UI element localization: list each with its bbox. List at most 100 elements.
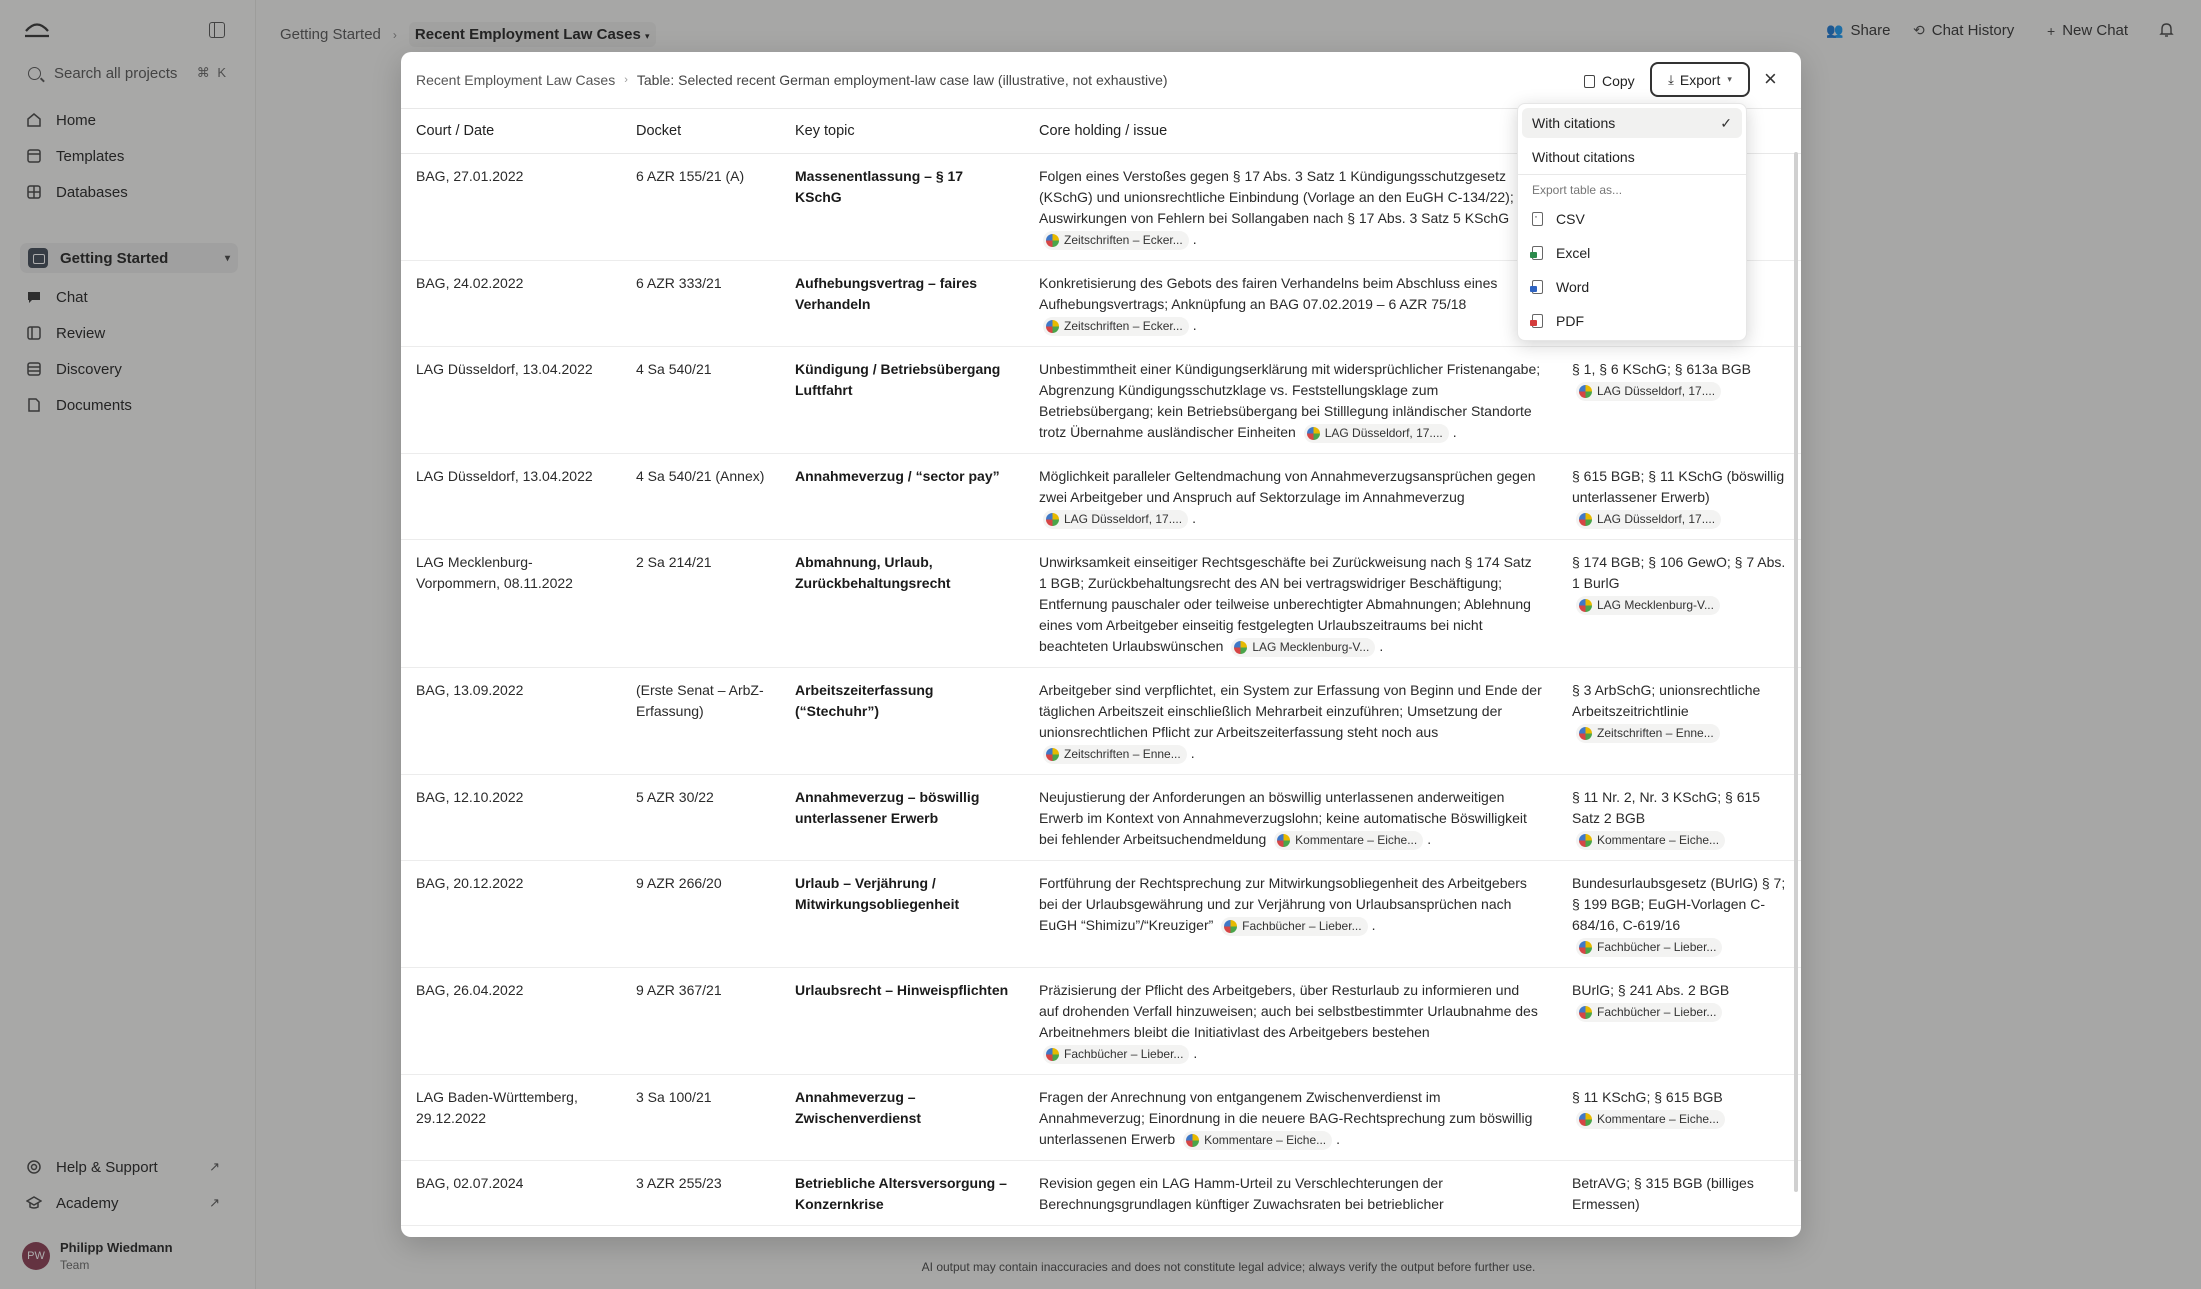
source-icon: [1224, 919, 1238, 933]
modal-breadcrumb-root[interactable]: Recent Employment Law Cases: [416, 72, 615, 88]
source-icon: [1277, 833, 1291, 847]
menu-item-csv[interactable]: CSV: [1522, 204, 1742, 234]
holding-cell: Neujustierung der Anforderungen an böswi…: [1024, 774, 1557, 861]
source-icon: [1046, 319, 1059, 333]
column-header[interactable]: Core holding / issue: [1024, 108, 1557, 154]
citation-chip[interactable]: LAG Düsseldorf, 17....: [1576, 509, 1722, 529]
table-row[interactable]: LAG Düsseldorf, 13.04.2022 4 Sa 540/21 (A…: [401, 453, 1801, 540]
ai-disclaimer: AI output may contain inaccuracies and d…: [921, 1260, 1536, 1274]
table-row[interactable]: BAG, 20.12.2022 9 AZR 266/20 Urlaub – Verj…: [401, 860, 1801, 968]
source-icon: [1579, 1112, 1592, 1126]
court-cell: BAG, 24.02.2022: [401, 260, 621, 347]
citation-chip[interactable]: LAG Düsseldorf, 17....: [1043, 509, 1189, 529]
citation-chip[interactable]: Zeitschriften – Ecker...: [1043, 316, 1189, 336]
source-icon: [1579, 833, 1592, 847]
source-icon: [1046, 1047, 1059, 1061]
citation-chip[interactable]: LAG Mecklenburg-V...: [1576, 595, 1720, 615]
holding-cell: Unbestimmtheit einer Kündigungserklärung…: [1024, 346, 1557, 454]
holding-cell: Fragen der Anrechnung von entgangenem Zw…: [1024, 1074, 1557, 1161]
column-header[interactable]: Key topic: [780, 108, 1024, 154]
table-row[interactable]: LAG Baden-Württemberg, 29.12.2022 3 Sa 10…: [401, 1074, 1801, 1161]
basis-cell: § 1, § 6 KSchG; § 613a BGB LAG Düsseldorf…: [1557, 346, 1801, 454]
topic-cell: Kündigung / Betriebsübergang Luftfahrt: [780, 346, 1024, 454]
holding-cell: Arbeitgeber sind verpflichtet, ein Syste…: [1024, 667, 1557, 775]
citation-chip[interactable]: Zeitschriften – Enne...: [1576, 723, 1720, 743]
topic-cell: Annahmeverzug – böswillig unterlassener …: [780, 774, 1024, 861]
modal-title: Table: Selected recent German employment…: [636, 72, 1168, 88]
holding-cell: Folgen eines Verstoßes gegen § 17 Abs. 3…: [1024, 153, 1557, 261]
column-header[interactable]: Court / Date: [401, 108, 621, 154]
court-cell: LAG Düsseldorf, 13.04.2022: [401, 346, 621, 454]
citation-chip[interactable]: Fachbücher – Lieber...: [1221, 916, 1368, 936]
menu-item-word[interactable]: Word: [1522, 272, 1742, 302]
source-icon: [1306, 426, 1320, 440]
basis-cell: § 3 ArbSchG; unionsrechtliche Arbeitszei…: [1557, 667, 1801, 775]
citation-chip[interactable]: Zeitschriften – Ecker...: [1043, 230, 1189, 250]
court-cell: BAG, 02.07.2024: [401, 1160, 621, 1226]
basis-cell: § 615 BGB; § 11 KSchG (böswillig unterla…: [1557, 453, 1801, 540]
holding-cell: Möglichkeit paralleler Geltendmachung vo…: [1024, 453, 1557, 540]
copy-icon: [1584, 74, 1595, 88]
table-row[interactable]: BAG, 12.10.2022 5 AZR 30/22 Annahmeverzug …: [401, 774, 1801, 861]
holding-cell: Unwirksamkeit einseitiger Rechtsgeschäft…: [1024, 539, 1557, 668]
citation-chip[interactable]: Kommentare – Eiche...: [1576, 830, 1726, 850]
export-button[interactable]: ⤓ Export ▾: [1650, 62, 1750, 97]
topic-cell: Abmahnung, Urlaub, Zurückbehaltungsrecht: [780, 539, 1024, 668]
table-row[interactable]: BAG, 13.09.2022 (Erste Senat – ArbZ-Erfas…: [401, 667, 1801, 775]
holding-cell: Konkretisierung des Gebots des fairen Ve…: [1024, 260, 1557, 347]
word-file-icon: [1530, 280, 1543, 294]
close-icon[interactable]: ×: [1764, 68, 1777, 90]
citation-chip[interactable]: Fachbücher – Lieber...: [1576, 1002, 1723, 1022]
source-icon: [1579, 598, 1592, 612]
column-header[interactable]: Docket: [621, 108, 780, 154]
copy-button[interactable]: Copy: [1584, 69, 1635, 93]
source-icon: [1234, 640, 1248, 654]
court-cell: BAG, 20.12.2022: [401, 860, 621, 968]
holding-cell: Fortführung der Rechtsprechung zur Mitwi…: [1024, 860, 1557, 968]
citation-chip[interactable]: Kommentare – Eiche...: [1576, 1109, 1726, 1129]
topic-cell: Annahmeverzug / “sector pay”: [780, 453, 1024, 540]
basis-cell: BetrAVG; § 315 BGB (billiges Ermessen): [1557, 1160, 1801, 1226]
basis-cell: § 11 KSchG; § 615 BGB Kommentare – Eiche.…: [1557, 1074, 1801, 1161]
source-icon: [1046, 747, 1059, 761]
export-menu: With citations ✓ Without citations Expor…: [1517, 103, 1747, 341]
citation-chip[interactable]: Fachbücher – Lieber...: [1043, 1044, 1190, 1064]
menu-item-without-citations[interactable]: Without citations: [1522, 142, 1742, 172]
holding-cell: Präzisierung der Pflicht des Arbeitgeber…: [1024, 967, 1557, 1075]
table-row[interactable]: LAG Düsseldorf, 13.04.2022 4 Sa 540/21 Kün…: [401, 346, 1801, 454]
citation-chip[interactable]: Zeitschriften – Enne...: [1043, 744, 1187, 764]
citation-chip[interactable]: Kommentare – Eiche...: [1183, 1130, 1333, 1150]
topic-cell: Arbeitszeiterfassung (“Stechuhr”): [780, 667, 1024, 775]
court-cell: BAG, 13.09.2022: [401, 667, 621, 775]
citation-chip[interactable]: LAG Düsseldorf, 17....: [1576, 381, 1722, 401]
table-row[interactable]: BAG, 26.04.2022 9 AZR 367/21 Urlaubsrecht …: [401, 967, 1801, 1075]
menu-item-pdf[interactable]: PDF: [1522, 306, 1742, 336]
court-cell: LAG Düsseldorf, 13.04.2022: [401, 453, 621, 540]
citation-chip[interactable]: LAG Mecklenburg-V...: [1231, 637, 1376, 657]
citation-chip[interactable]: LAG Düsseldorf, 17....: [1303, 423, 1449, 443]
basis-cell: § 174 BGB; § 106 GewO; § 7 Abs. 1 BurlG L…: [1557, 539, 1801, 668]
docket-cell: 5 AZR 30/22: [621, 774, 780, 861]
citation-chip[interactable]: Kommentare – Eiche...: [1274, 830, 1424, 850]
topic-cell: Betriebliche Altersversorgung – Konzernk…: [780, 1160, 1024, 1226]
topic-cell: Aufhebungsvertrag – faires Verhandeln: [780, 260, 1024, 347]
court-cell: BAG, 27.01.2022: [401, 153, 621, 261]
table-scrollbar[interactable]: [1794, 152, 1798, 1192]
table-row[interactable]: LAG Mecklenburg-Vorpommern, 08.11.2022 2 …: [401, 539, 1801, 668]
topic-cell: Urlaub – Verjährung / Mitwirkungsobliege…: [780, 860, 1024, 968]
docket-cell: 4 Sa 540/21: [621, 346, 780, 454]
excel-file-icon: [1530, 246, 1543, 260]
basis-cell: § 11 Nr. 2, Nr. 3 KSchG; § 615 Satz 2 BG…: [1557, 774, 1801, 861]
check-icon: ✓: [1720, 114, 1732, 131]
docket-cell: 9 AZR 266/20: [621, 860, 780, 968]
citation-chip[interactable]: Fachbücher – Lieber...: [1576, 937, 1723, 957]
table-row[interactable]: BAG, 02.07.2024 3 AZR 255/23 Betriebliche …: [401, 1160, 1801, 1226]
source-icon: [1579, 726, 1592, 740]
topic-cell: Urlaubsrecht – Hinweispflichten: [780, 967, 1024, 1075]
basis-cell: Bundesurlaubsgesetz (BUrlG) § 7; § 199 B…: [1557, 860, 1801, 968]
download-icon: ⤓: [1668, 71, 1674, 87]
menu-item-excel[interactable]: Excel: [1522, 238, 1742, 268]
source-icon: [1046, 512, 1059, 526]
source-icon: [1579, 512, 1592, 526]
menu-item-with-citations[interactable]: With citations ✓: [1522, 108, 1742, 138]
